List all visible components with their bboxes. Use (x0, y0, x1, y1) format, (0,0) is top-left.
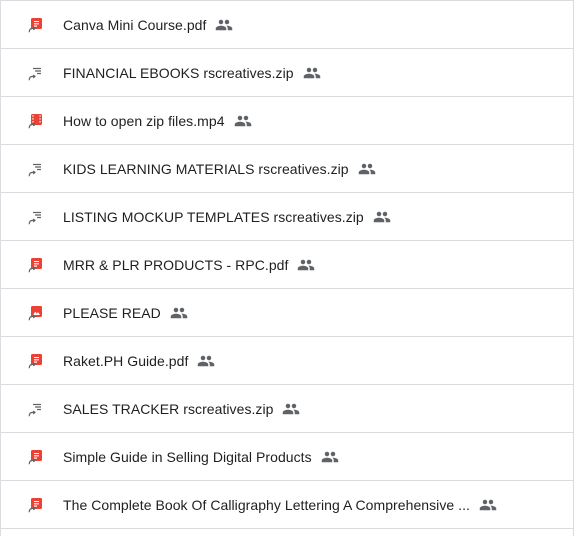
file-name-wrap: FINANCIAL EBOOKS rscreatives.zip (63, 49, 321, 96)
shared-people-icon (215, 16, 233, 34)
file-row[interactable]: How to open zip files.mp4 (1, 97, 573, 145)
shared-people-icon (170, 304, 188, 322)
file-name: How to open zip files.mp4 (63, 112, 225, 129)
zip-shortcut-icon (27, 209, 43, 225)
file-row[interactable]: PLEASE READ (1, 289, 573, 337)
shared-people-icon (234, 112, 252, 130)
pdf-shortcut-icon (27, 257, 43, 273)
zip-shortcut-icon (27, 401, 43, 417)
file-name-wrap: MRR & PLR PRODUCTS - RPC.pdf (63, 241, 315, 288)
shared-people-icon (282, 400, 300, 418)
file-name-wrap: The Complete Book Of Calligraphy Letteri… (63, 481, 497, 528)
image-shortcut-icon (27, 305, 43, 321)
file-name-wrap: Canva Mini Course.pdf (63, 1, 233, 48)
file-name-wrap: LISTING MOCKUP TEMPLATES rscreatives.zip (63, 193, 391, 240)
pdf-shortcut-icon (27, 17, 43, 33)
shared-people-icon (197, 352, 215, 370)
file-name: PLEASE READ (63, 304, 161, 321)
file-name: MRR & PLR PRODUCTS - RPC.pdf (63, 256, 289, 273)
pdf-shortcut-icon (27, 353, 43, 369)
file-row[interactable]: Simple Guide in Selling Digital Products (1, 433, 573, 481)
file-row[interactable]: Raket.PH Guide.pdf (1, 337, 573, 385)
video-shortcut-icon (27, 113, 43, 129)
shared-people-icon (321, 448, 339, 466)
file-row[interactable]: MRR & PLR PRODUCTS - RPC.pdf (1, 241, 573, 289)
file-name: LISTING MOCKUP TEMPLATES rscreatives.zip (63, 208, 364, 225)
zip-shortcut-icon (27, 161, 43, 177)
file-name-wrap: PLEASE READ (63, 289, 188, 336)
file-name-wrap: How to open zip files.mp4 (63, 97, 252, 144)
pdf-shortcut-icon (27, 449, 43, 465)
zip-shortcut-icon (27, 65, 43, 81)
file-row[interactable]: The Complete Book Of Calligraphy Letteri… (1, 481, 573, 529)
file-row[interactable]: SALES TRACKER rscreatives.zip (1, 385, 573, 433)
file-row[interactable]: FINANCIAL EBOOKS rscreatives.zip (1, 49, 573, 97)
shared-people-icon (373, 208, 391, 226)
file-row[interactable]: KIDS LEARNING MATERIALS rscreatives.zip (1, 145, 573, 193)
file-name: KIDS LEARNING MATERIALS rscreatives.zip (63, 160, 349, 177)
file-name-wrap: Raket.PH Guide.pdf (63, 337, 215, 384)
shared-people-icon (303, 64, 321, 82)
file-name: The Complete Book Of Calligraphy Letteri… (63, 496, 470, 513)
file-name-wrap: SALES TRACKER rscreatives.zip (63, 385, 300, 432)
file-name: Simple Guide in Selling Digital Products (63, 448, 312, 465)
file-list: Canva Mini Course.pdf FINANCIAL EBOOKS r… (0, 0, 574, 536)
file-row[interactable]: Canva Mini Course.pdf (1, 1, 573, 49)
shared-people-icon (358, 160, 376, 178)
shared-people-icon (297, 256, 315, 274)
file-name: SALES TRACKER rscreatives.zip (63, 400, 274, 417)
file-name: FINANCIAL EBOOKS rscreatives.zip (63, 64, 294, 81)
file-row[interactable]: LISTING MOCKUP TEMPLATES rscreatives.zip (1, 193, 573, 241)
file-name-wrap: KIDS LEARNING MATERIALS rscreatives.zip (63, 145, 376, 192)
pdf-shortcut-icon (27, 497, 43, 513)
shared-people-icon (479, 496, 497, 514)
file-name: Canva Mini Course.pdf (63, 16, 207, 33)
file-name-wrap: Simple Guide in Selling Digital Products (63, 433, 339, 480)
file-name: Raket.PH Guide.pdf (63, 352, 189, 369)
